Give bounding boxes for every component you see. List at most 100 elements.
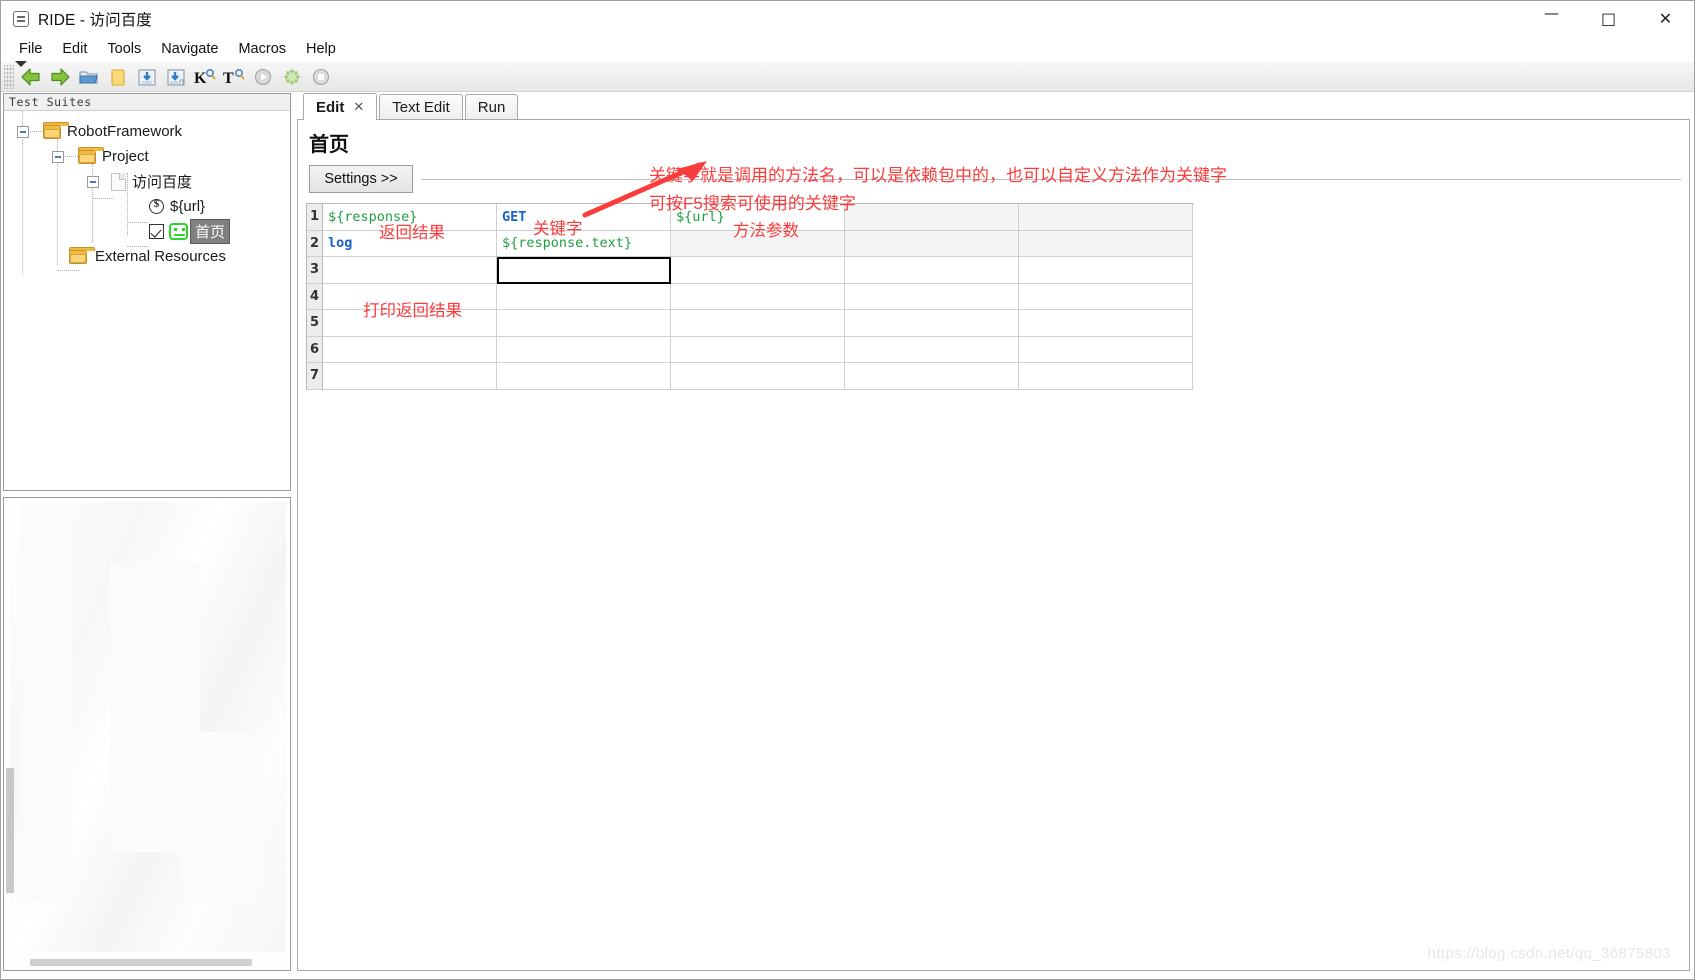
grid-cell-r2c5[interactable] <box>1019 230 1193 257</box>
menu-edit[interactable]: Edit <box>52 39 97 59</box>
grid-cell-r2c2[interactable]: ${response.text} <box>497 230 671 257</box>
maximize-button[interactable]: □ <box>1580 1 1637 36</box>
grid-cell-r1c1[interactable]: ${response} <box>323 204 497 231</box>
grid-cell-r2c4[interactable] <box>845 230 1019 257</box>
grid-cell-r6c5[interactable] <box>1019 336 1193 363</box>
preview-content <box>10 502 286 952</box>
title-bar: RIDE - 访问百度 — □ ✕ <box>1 1 1694 36</box>
menu-navigate[interactable]: Navigate <box>151 39 228 59</box>
new-file-icon <box>110 68 125 86</box>
toolbar-new-button[interactable] <box>103 64 132 90</box>
toolbar-stop-button[interactable] <box>306 64 335 90</box>
grid-cell-r7c1[interactable] <box>323 363 497 390</box>
close-button[interactable]: ✕ <box>1637 1 1694 36</box>
toolbar-search-keyword-button[interactable]: K <box>190 64 219 90</box>
toolbar-run-button[interactable] <box>248 64 277 90</box>
testcase-checkbox[interactable] <box>149 224 164 239</box>
tree-node-visit-baidu[interactable]: 访问百度 <box>4 169 290 194</box>
grid-cell-r6c1[interactable] <box>323 336 497 363</box>
grid-cell-r1c4[interactable] <box>845 204 1019 231</box>
expander-icon[interactable] <box>87 175 99 188</box>
grid-cell-r5c5[interactable] <box>1019 310 1193 337</box>
toolbar-open-button[interactable] <box>74 64 103 90</box>
grid-cell-r6c3[interactable] <box>671 336 845 363</box>
grid-cell-r4c4[interactable] <box>845 283 1019 310</box>
forward-arrow-icon <box>50 67 70 86</box>
tree-node-url-variable[interactable]: ${url} <box>4 194 290 219</box>
menu-file[interactable]: File <box>9 39 52 59</box>
grid-cell-r7c2[interactable] <box>497 363 671 390</box>
back-arrow-icon <box>20 67 40 86</box>
right-pane: Edit ✕ Text Edit Run 首页 Settings >> 1 ${… <box>297 93 1690 971</box>
editor-tab-strip: Edit ✕ Text Edit Run <box>297 93 1690 120</box>
maximize-icon: □ <box>1600 8 1617 28</box>
grid-cell-r3c2-selected[interactable] <box>497 257 671 284</box>
table-row: 2 log ${response.text} <box>307 230 1194 257</box>
tree-connector <box>65 156 78 157</box>
watermark: https://blog.csdn.net/qq_36875803 <box>1427 945 1671 962</box>
menu-macros[interactable]: Macros <box>228 39 296 59</box>
grid-cell-r4c1[interactable] <box>323 283 497 310</box>
menu-tools[interactable]: Tools <box>97 39 151 59</box>
tab-close-icon[interactable]: ✕ <box>353 99 364 115</box>
file-icon <box>111 172 126 191</box>
toolbar-grip[interactable] <box>4 64 14 89</box>
grid-cell-r7c4[interactable] <box>845 363 1019 390</box>
tree-node-robotframework[interactable]: RobotFramework <box>4 119 290 144</box>
grid-cell-r3c1[interactable] <box>323 257 497 284</box>
tree-node-homepage-testcase[interactable]: 首页 <box>4 219 290 244</box>
expander-icon[interactable] <box>17 125 29 138</box>
test-suites-panel: Test Suites RobotFramework Project 访问百度 … <box>3 93 291 491</box>
tab-label: Text Edit <box>392 98 450 116</box>
grid-cell-r6c2[interactable] <box>497 336 671 363</box>
grid-cell-r4c3[interactable] <box>671 283 845 310</box>
status-bar <box>1 972 1694 979</box>
testcase-icon <box>169 223 188 240</box>
preview-vertical-scrollbar[interactable] <box>6 768 14 893</box>
toolbar-save-all-button[interactable] <box>161 64 190 90</box>
toolbar-debug-button[interactable] <box>277 64 306 90</box>
grid-cell-r1c2[interactable]: GET <box>497 204 671 231</box>
table-row: 1 ${response} GET ${url} <box>307 204 1194 231</box>
grid-cell-r5c4[interactable] <box>845 310 1019 337</box>
grid-cell-r3c4[interactable] <box>845 257 1019 284</box>
grid-cell-r3c3[interactable] <box>671 257 845 284</box>
grid-cell-r2c3[interactable] <box>671 230 845 257</box>
tree-node-project[interactable]: Project <box>4 144 290 169</box>
grid-cell-r4c2[interactable] <box>497 283 671 310</box>
toolbar-save-button[interactable] <box>132 64 161 90</box>
tab-label: Run <box>477 98 506 116</box>
grid-cell-r6c4[interactable] <box>845 336 1019 363</box>
grid-cell-r5c2[interactable] <box>497 310 671 337</box>
grid-cell-r5c1[interactable] <box>323 310 497 337</box>
window-controls: — □ ✕ <box>1523 1 1694 36</box>
preview-horizontal-scrollbar[interactable] <box>30 959 252 966</box>
expander-icon[interactable] <box>52 150 64 163</box>
tab-label: Edit <box>316 98 345 116</box>
toolbar: K T <box>1 61 1694 92</box>
grid-cell-r1c3[interactable]: ${url} <box>671 204 845 231</box>
minimize-icon: — <box>1544 4 1559 22</box>
table-row: 6 <box>307 336 1194 363</box>
grid-cell-r1c5[interactable] <box>1019 204 1193 231</box>
tab-run[interactable]: Run <box>464 94 519 119</box>
minimize-button[interactable]: — <box>1523 1 1580 36</box>
toolbar-forward-button[interactable] <box>45 64 74 90</box>
folder-icon <box>78 146 104 164</box>
tree-node-label: 首页 <box>190 219 231 244</box>
toolbar-search-test-button[interactable]: T <box>219 64 248 90</box>
toolbar-back-button[interactable] <box>16 64 45 90</box>
grid-cell-r2c1[interactable]: log <box>323 230 497 257</box>
menu-help[interactable]: Help <box>296 39 346 59</box>
tree-node-external-resources[interactable]: External Resources <box>4 244 290 269</box>
grid-cell-r3c5[interactable] <box>1019 257 1193 284</box>
grid-cell-r4c5[interactable] <box>1019 283 1193 310</box>
tab-edit[interactable]: Edit ✕ <box>303 93 378 120</box>
grid-cell-r7c3[interactable] <box>671 363 845 390</box>
tab-text-edit[interactable]: Text Edit <box>379 94 463 119</box>
row-number: 2 <box>307 230 323 257</box>
grid-cell-r7c5[interactable] <box>1019 363 1193 390</box>
table-row: 4 <box>307 283 1194 310</box>
settings-button[interactable]: Settings >> <box>309 165 413 193</box>
grid-cell-r5c3[interactable] <box>671 310 845 337</box>
